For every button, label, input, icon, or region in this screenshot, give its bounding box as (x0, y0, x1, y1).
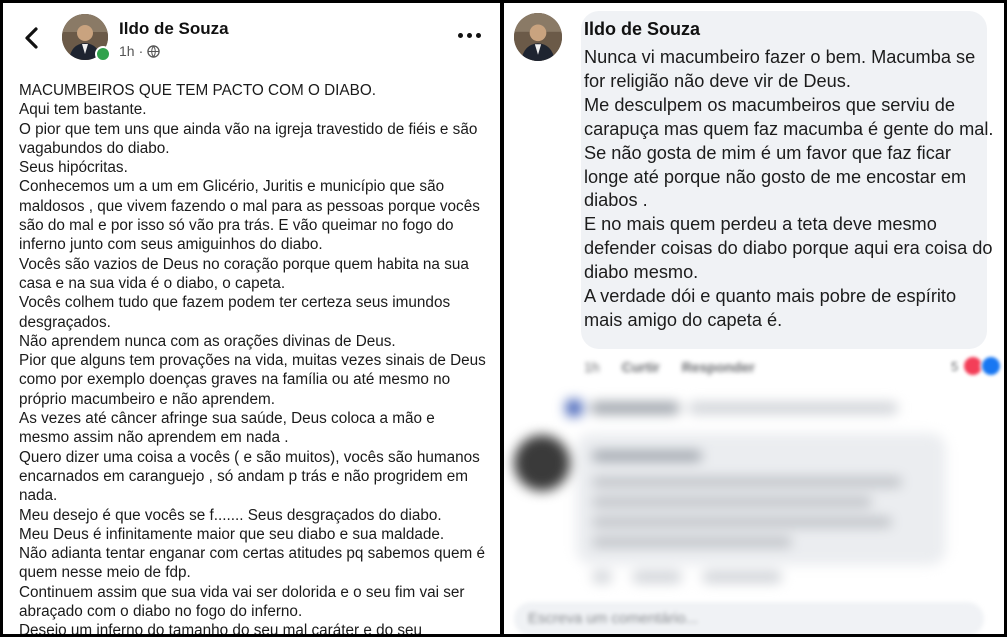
post-paragraph: Conhecemos um a um em Glicério, Juritis … (19, 178, 480, 254)
back-arrow-icon[interactable] (21, 25, 43, 51)
post-paragraph: O pior que tem uns que ainda vão na igre… (19, 120, 478, 157)
screenshot-frame: Ildo de Souza 1h · MACUMBEIROS QUE TEM P… (3, 3, 1004, 634)
post-paragraph: Meu desejo é que vocês se f....... Seus … (19, 506, 442, 524)
post-meta: 1h · (119, 43, 160, 59)
post-paragraph: Não aprendem nunca com as orações divina… (19, 332, 396, 350)
online-status-dot (95, 46, 111, 62)
comment-paragraph: A verdade dói e quanto mais pobre de esp… (584, 286, 957, 330)
globe-icon (147, 44, 160, 58)
post-paragraph: Seus hipócritas. (19, 159, 128, 177)
post-paragraph: Continuem assim que sua vida vai ser dol… (19, 583, 465, 621)
post-paragraph: Quero dizer uma coisa a vocês ( e são mu… (19, 448, 480, 505)
comment-author-avatar[interactable] (514, 13, 562, 61)
post-paragraph: Aqui tem bastante. (19, 101, 147, 119)
post-body: MACUMBEIROS QUE TEM PACTO COM O DIABO. A… (19, 81, 489, 634)
reply-author-avatar[interactable] (514, 435, 570, 491)
post-paragraph: Vocês colhem tudo que fazem podem ter ce… (19, 294, 451, 331)
post-paragraph: Meu Deus é infinitamente maior que seu d… (19, 525, 445, 543)
reaction-summary[interactable]: 5 (951, 355, 1003, 377)
comment-body: Nunca vi macumbeiro fazer o bem. Macumba… (584, 46, 994, 333)
comment-panel: Ildo de Souza Nunca vi macumbeiro fazer … (504, 3, 1004, 634)
comment-time[interactable]: 1h (584, 359, 600, 375)
like-button[interactable]: Curtir (622, 359, 660, 375)
comment-input[interactable]: Escreva um comentário... (514, 602, 984, 634)
comment-author-name[interactable]: Ildo de Souza (584, 19, 700, 40)
post-paragraph: Pior que alguns tem provações na vida, m… (19, 352, 486, 408)
reaction-count: 5 (951, 358, 959, 374)
post-paragraph: MACUMBEIROS QUE TEM PACTO COM O DIABO. (19, 82, 376, 99)
comment-paragraph: Me desculpem os macumbeiros que serviu d… (584, 94, 994, 211)
post-paragraph: Não adianta tentar enganar com certas at… (19, 545, 485, 582)
more-options-icon[interactable] (458, 33, 481, 38)
reply-actions (592, 571, 782, 583)
comment-actions: 1h Curtir Responder (584, 359, 755, 375)
post-paragraph: As vezes até câncer afringe sua saúde, D… (19, 410, 435, 447)
post-panel: Ildo de Souza 1h · MACUMBEIROS QUE TEM P… (3, 3, 500, 634)
like-reaction-icon (980, 355, 1003, 377)
blurred-replies (504, 393, 1004, 634)
comment-paragraph: Nunca vi macumbeiro fazer o bem. Macumba… (584, 47, 976, 91)
post-paragraph: Desejo um inferno do tamanho do seu mal … (19, 622, 423, 634)
reply-button[interactable]: Responder (682, 359, 755, 375)
post-time[interactable]: 1h (119, 43, 135, 59)
comment-paragraph: E no mais quem perdeu a teta deve mesmo … (584, 214, 993, 283)
post-paragraph: Vocês são vazios de Deus no coração porq… (19, 255, 469, 292)
reply-thread-row[interactable] (566, 399, 966, 417)
post-author-name[interactable]: Ildo de Souza (119, 19, 229, 39)
